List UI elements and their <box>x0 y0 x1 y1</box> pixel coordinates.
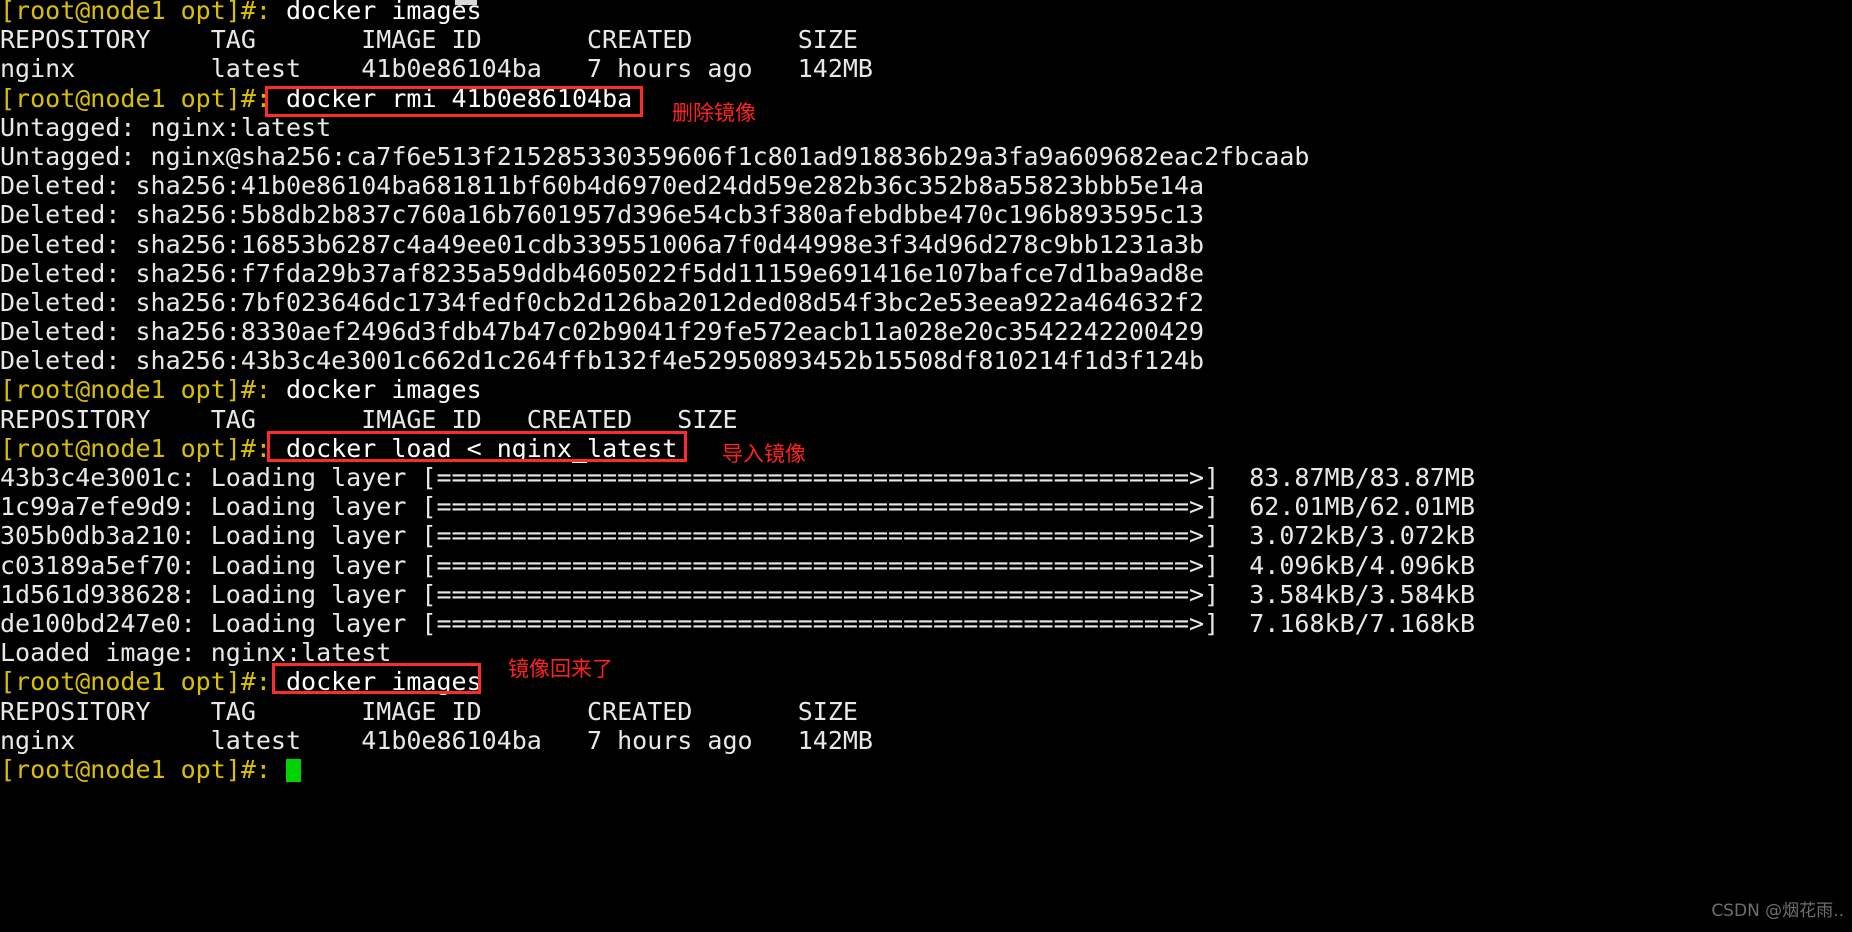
terminal-line-prompt: [root@node1 opt]#: <box>0 755 1852 784</box>
command-text: docker images <box>270 667 482 697</box>
terminal-line-output: nginx latest 41b0e86104ba 7 hours ago 14… <box>0 725 873 755</box>
terminal-line-progress: de100bd247e0: Loading layer [===========… <box>0 608 1476 638</box>
shell-prompt: [root@node1 opt]#: <box>0 433 271 463</box>
shell-prompt: [root@node1 opt]#: <box>0 0 271 25</box>
terminal-line-command: [root@node1 opt]#: docker images <box>0 667 1852 696</box>
shell-prompt: [root@node1 opt]#: <box>0 83 271 113</box>
command-text: docker images <box>270 0 482 25</box>
terminal-screen[interactable]: [root@node1 opt]#: docker images REPOSIT… <box>0 0 1852 784</box>
terminal-line-progress: 1c99a7efe9d9: Loading layer [===========… <box>0 492 1476 522</box>
terminal-line-output: Untagged: nginx:latest <box>0 112 332 142</box>
terminal-line-output: Deleted: sha256:43b3c4e3001c662d1c264ffb… <box>0 346 1205 376</box>
shell-prompt: [root@node1 opt]#: <box>0 667 271 697</box>
command-text: docker load < nginx_latest <box>270 433 678 463</box>
terminal-line-output: Deleted: sha256:5b8db2b837c760a16b760195… <box>0 200 1205 230</box>
annotation-label-load-image: 导入镜像 <box>722 442 806 466</box>
terminal-line-output: Deleted: sha256:8330aef2496d3fdb47b47c02… <box>0 317 1205 347</box>
annotation-label-image-restored: 镜像回来了 <box>508 657 613 681</box>
shell-prompt: [root@node1 opt]#: <box>0 754 271 784</box>
terminal-line-output: Deleted: sha256:7bf023646dc1734fedf0cb2d… <box>0 287 1205 317</box>
terminal-line-progress: 1d561d938628: Loading layer [===========… <box>0 579 1476 609</box>
terminal-line-command: [root@node1 opt]#: docker images <box>0 0 1852 25</box>
shell-prompt: [root@node1 opt]#: <box>0 375 271 405</box>
terminal-line-output: REPOSITORY TAG IMAGE ID CREATED SIZE <box>0 404 738 434</box>
terminal-line-command: [root@node1 opt]#: docker load < nginx_l… <box>0 434 1852 463</box>
command-text: docker images <box>270 375 482 405</box>
terminal-line-command: [root@node1 opt]#: docker images <box>0 375 1852 404</box>
terminal-line-output: nginx latest 41b0e86104ba 7 hours ago 14… <box>0 54 873 84</box>
terminal-line-output: Deleted: sha256:41b0e86104ba681811bf60b4… <box>0 171 1205 201</box>
terminal-line-progress: 43b3c4e3001c: Loading layer [===========… <box>0 463 1476 492</box>
annotation-label-delete-image: 删除镜像 <box>672 101 756 125</box>
text-cursor <box>286 758 301 782</box>
terminal-line-command: [root@node1 opt]#: docker rmi 41b0e86104… <box>0 84 1852 113</box>
terminal-line-output: REPOSITORY TAG IMAGE ID CREATED SIZE <box>0 25 858 55</box>
csdn-watermark: CSDN @烟花雨.. <box>1711 900 1844 921</box>
terminal-line-output: Deleted: sha256:16853b6287c4a49ee01cdb33… <box>0 229 1205 259</box>
prompt-spacer <box>271 755 286 784</box>
terminal-line-output: Loaded image: nginx:latest <box>0 638 392 668</box>
terminal-window[interactable]: [root@node1 opt]#: docker images REPOSIT… <box>0 0 1852 932</box>
terminal-line-output: Untagged: nginx@sha256:ca7f6e513f2152853… <box>0 141 1310 171</box>
command-text: docker rmi 41b0e86104ba <box>270 83 633 113</box>
terminal-line-output: Deleted: sha256:f7fda29b37af8235a59ddb46… <box>0 258 1205 288</box>
terminal-line-progress: 305b0db3a210: Loading layer [===========… <box>0 521 1476 551</box>
terminal-line-progress: c03189a5ef70: Loading layer [===========… <box>0 550 1476 580</box>
terminal-line-output: REPOSITORY TAG IMAGE ID CREATED SIZE <box>0 696 858 726</box>
